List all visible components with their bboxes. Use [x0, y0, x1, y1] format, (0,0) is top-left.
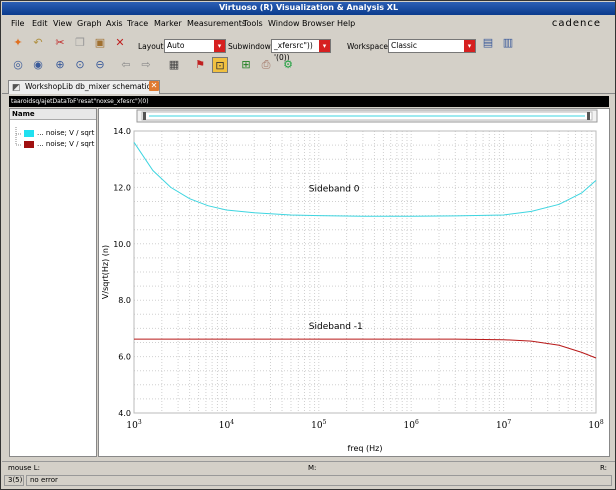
trace-item-1[interactable]: ... noise; V / sqrt: [24, 140, 94, 148]
zoom-handle-left: [143, 112, 146, 120]
menu-browser[interactable]: Browser: [302, 19, 334, 28]
menu-window[interactable]: Window: [268, 19, 300, 28]
application-window: Virtuoso (R) Visualization & Analysis XL…: [0, 0, 616, 490]
calculator-icon[interactable]: ⊞: [238, 57, 254, 73]
document-icon: ◩: [12, 83, 21, 93]
status-bar: 3(5) no error: [2, 473, 615, 487]
paste-icon[interactable]: ▣: [92, 35, 108, 51]
x-tick-label: 104: [219, 419, 234, 431]
cut-icon[interactable]: ✂: [52, 35, 68, 51]
title-bar: Virtuoso (R) Visualization & Analysis XL: [2, 2, 615, 15]
save-workspace-icon[interactable]: ▤: [480, 35, 496, 51]
fit-icon[interactable]: ◎: [10, 57, 26, 73]
workspace-select[interactable]: Classic ▾: [388, 39, 476, 53]
y-axis-label: V/sqrt(Hz) (n): [101, 245, 110, 299]
y-tick-label: 8.0: [118, 296, 131, 305]
x-tick-label: 108: [588, 419, 603, 431]
chevron-down-icon[interactable]: ▾: [464, 40, 475, 52]
menu-file[interactable]: File: [11, 19, 24, 28]
x-tick-label: 105: [311, 419, 326, 431]
mouse-right-label: R:: [600, 464, 608, 472]
zoom-icon[interactable]: ⊙: [72, 57, 88, 73]
table-icon[interactable]: ▦: [166, 57, 182, 73]
trace-list-panel: Name ... noise; V / sqrt ... noise; V / …: [9, 108, 97, 457]
delete-icon[interactable]: ✕: [112, 35, 128, 51]
menu-axis[interactable]: Axis: [106, 19, 123, 28]
back-icon[interactable]: ⇦: [118, 57, 134, 73]
series-label-1: Sideband -1: [309, 322, 363, 332]
subwindows-select[interactable]: _xfersrc")) '(0)) ▾: [271, 39, 331, 62]
series-label-0: Sideband 0: [309, 185, 360, 195]
close-icon[interactable]: ✕: [149, 81, 159, 91]
trace-path-bar: taaroidsq/ajetDataToF'resat"noxse_xfesrc…: [9, 96, 609, 107]
trace-color-swatch: [24, 140, 34, 148]
workspace-label: Workspace:: [347, 42, 391, 51]
x-tick-label: 106: [404, 419, 419, 431]
chart-svg[interactable]: 4.0 6.0 8.0 10.0 12.0 14.0 103 104 105 106 107 108 f…: [99, 109, 609, 456]
mouse-middle-label: M:: [308, 464, 317, 472]
status-count: 3(5): [4, 475, 24, 486]
menu-measurements[interactable]: Measurements: [187, 19, 246, 28]
new-icon[interactable]: ✦: [10, 35, 26, 51]
main-toolbar: ✦ ↶ ✂ ❐ ▣ ✕ Layout: Auto ▾ Subwindows: _…: [2, 35, 615, 62]
menu-edit[interactable]: Edit: [32, 19, 48, 28]
x-tick-label: 103: [126, 419, 141, 431]
y-tick-label: 6.0: [118, 353, 131, 362]
subwindows-label: Subwindows:: [228, 42, 278, 51]
y-tick-label: 14.0: [113, 127, 131, 136]
trace-color-swatch: [24, 129, 34, 137]
menu-tools[interactable]: Tools: [243, 19, 263, 28]
print-icon[interactable]: ⎙: [258, 57, 274, 73]
zoom-handle-right: [587, 112, 590, 120]
cadence-logo: cadence: [551, 18, 601, 29]
tab-schematic[interactable]: ◩ WorkshopLib db_mixer schematic: [8, 80, 160, 94]
mouse-left-label: mouse L:: [8, 464, 40, 472]
chevron-down-icon[interactable]: ▾: [319, 40, 330, 52]
x-axis-label: freq (Hz): [348, 444, 383, 453]
marker-icon[interactable]: ⚑: [192, 57, 208, 73]
forward-icon[interactable]: ⇨: [138, 57, 154, 73]
undo-icon[interactable]: ↶: [30, 35, 46, 51]
trace-label: ... noise; V / sqrt: [37, 140, 95, 148]
panel-header: Name: [10, 109, 96, 120]
x-tick-label: 107: [496, 419, 511, 431]
chevron-down-icon[interactable]: ▾: [214, 40, 225, 52]
menu-graph[interactable]: Graph: [77, 19, 102, 28]
layout-label: Layout:: [138, 42, 167, 51]
y-tick-label: 12.0: [113, 183, 131, 192]
layout-select[interactable]: Auto ▾: [164, 39, 226, 53]
zoom-out-icon[interactable]: ⊖: [92, 57, 108, 73]
series-line-1: [134, 338, 597, 359]
y-tick-label: 4.0: [118, 409, 131, 418]
status-message: no error: [26, 475, 612, 486]
trace-item-0[interactable]: ... noise; V / sqrt: [24, 129, 94, 137]
trace-label: ... noise; V / sqrt: [37, 129, 95, 137]
plot-area: 4.0 6.0 8.0 10.0 12.0 14.0 103 104 105 106 107 108 f…: [98, 108, 610, 457]
menu-marker[interactable]: Marker: [154, 19, 182, 28]
tools-icon[interactable]: ⚙: [280, 57, 296, 73]
y-tick-label: 10.0: [113, 240, 131, 249]
layout-value: Auto: [167, 41, 185, 50]
menu-trace[interactable]: Trace: [127, 19, 148, 28]
zoom-in-icon[interactable]: ⊕: [52, 57, 68, 73]
window-title: Virtuoso (R) Visualization & Analysis XL: [218, 3, 399, 12]
zoom-fit-icon[interactable]: ◉: [30, 57, 46, 73]
menu-bar: File Edit View Graph Axis Trace Marker M…: [2, 15, 615, 33]
data-icon[interactable]: ⊡: [212, 57, 228, 73]
menu-view[interactable]: View: [53, 19, 72, 28]
tab-bar: ◩ WorkshopLib db_mixer schematic: [2, 78, 615, 94]
copy-icon[interactable]: ❐: [72, 35, 88, 51]
menu-help[interactable]: Help: [337, 19, 355, 28]
series-line-0: [133, 142, 597, 217]
tab-label: WorkshopLib db_mixer schematic: [25, 82, 151, 91]
workspace-value: Classic: [391, 41, 417, 50]
load-workspace-icon[interactable]: ▥: [500, 35, 516, 51]
mouse-status-bar: mouse L: M: R:: [2, 461, 615, 473]
tree-lines: [15, 127, 22, 146]
graph-toolbar: ◎ ◉ ⊕ ⊙ ⊖ ⇦ ⇨ ▦ ⚑ ⊡ ⊞ ⎙ ⚙: [2, 57, 615, 77]
